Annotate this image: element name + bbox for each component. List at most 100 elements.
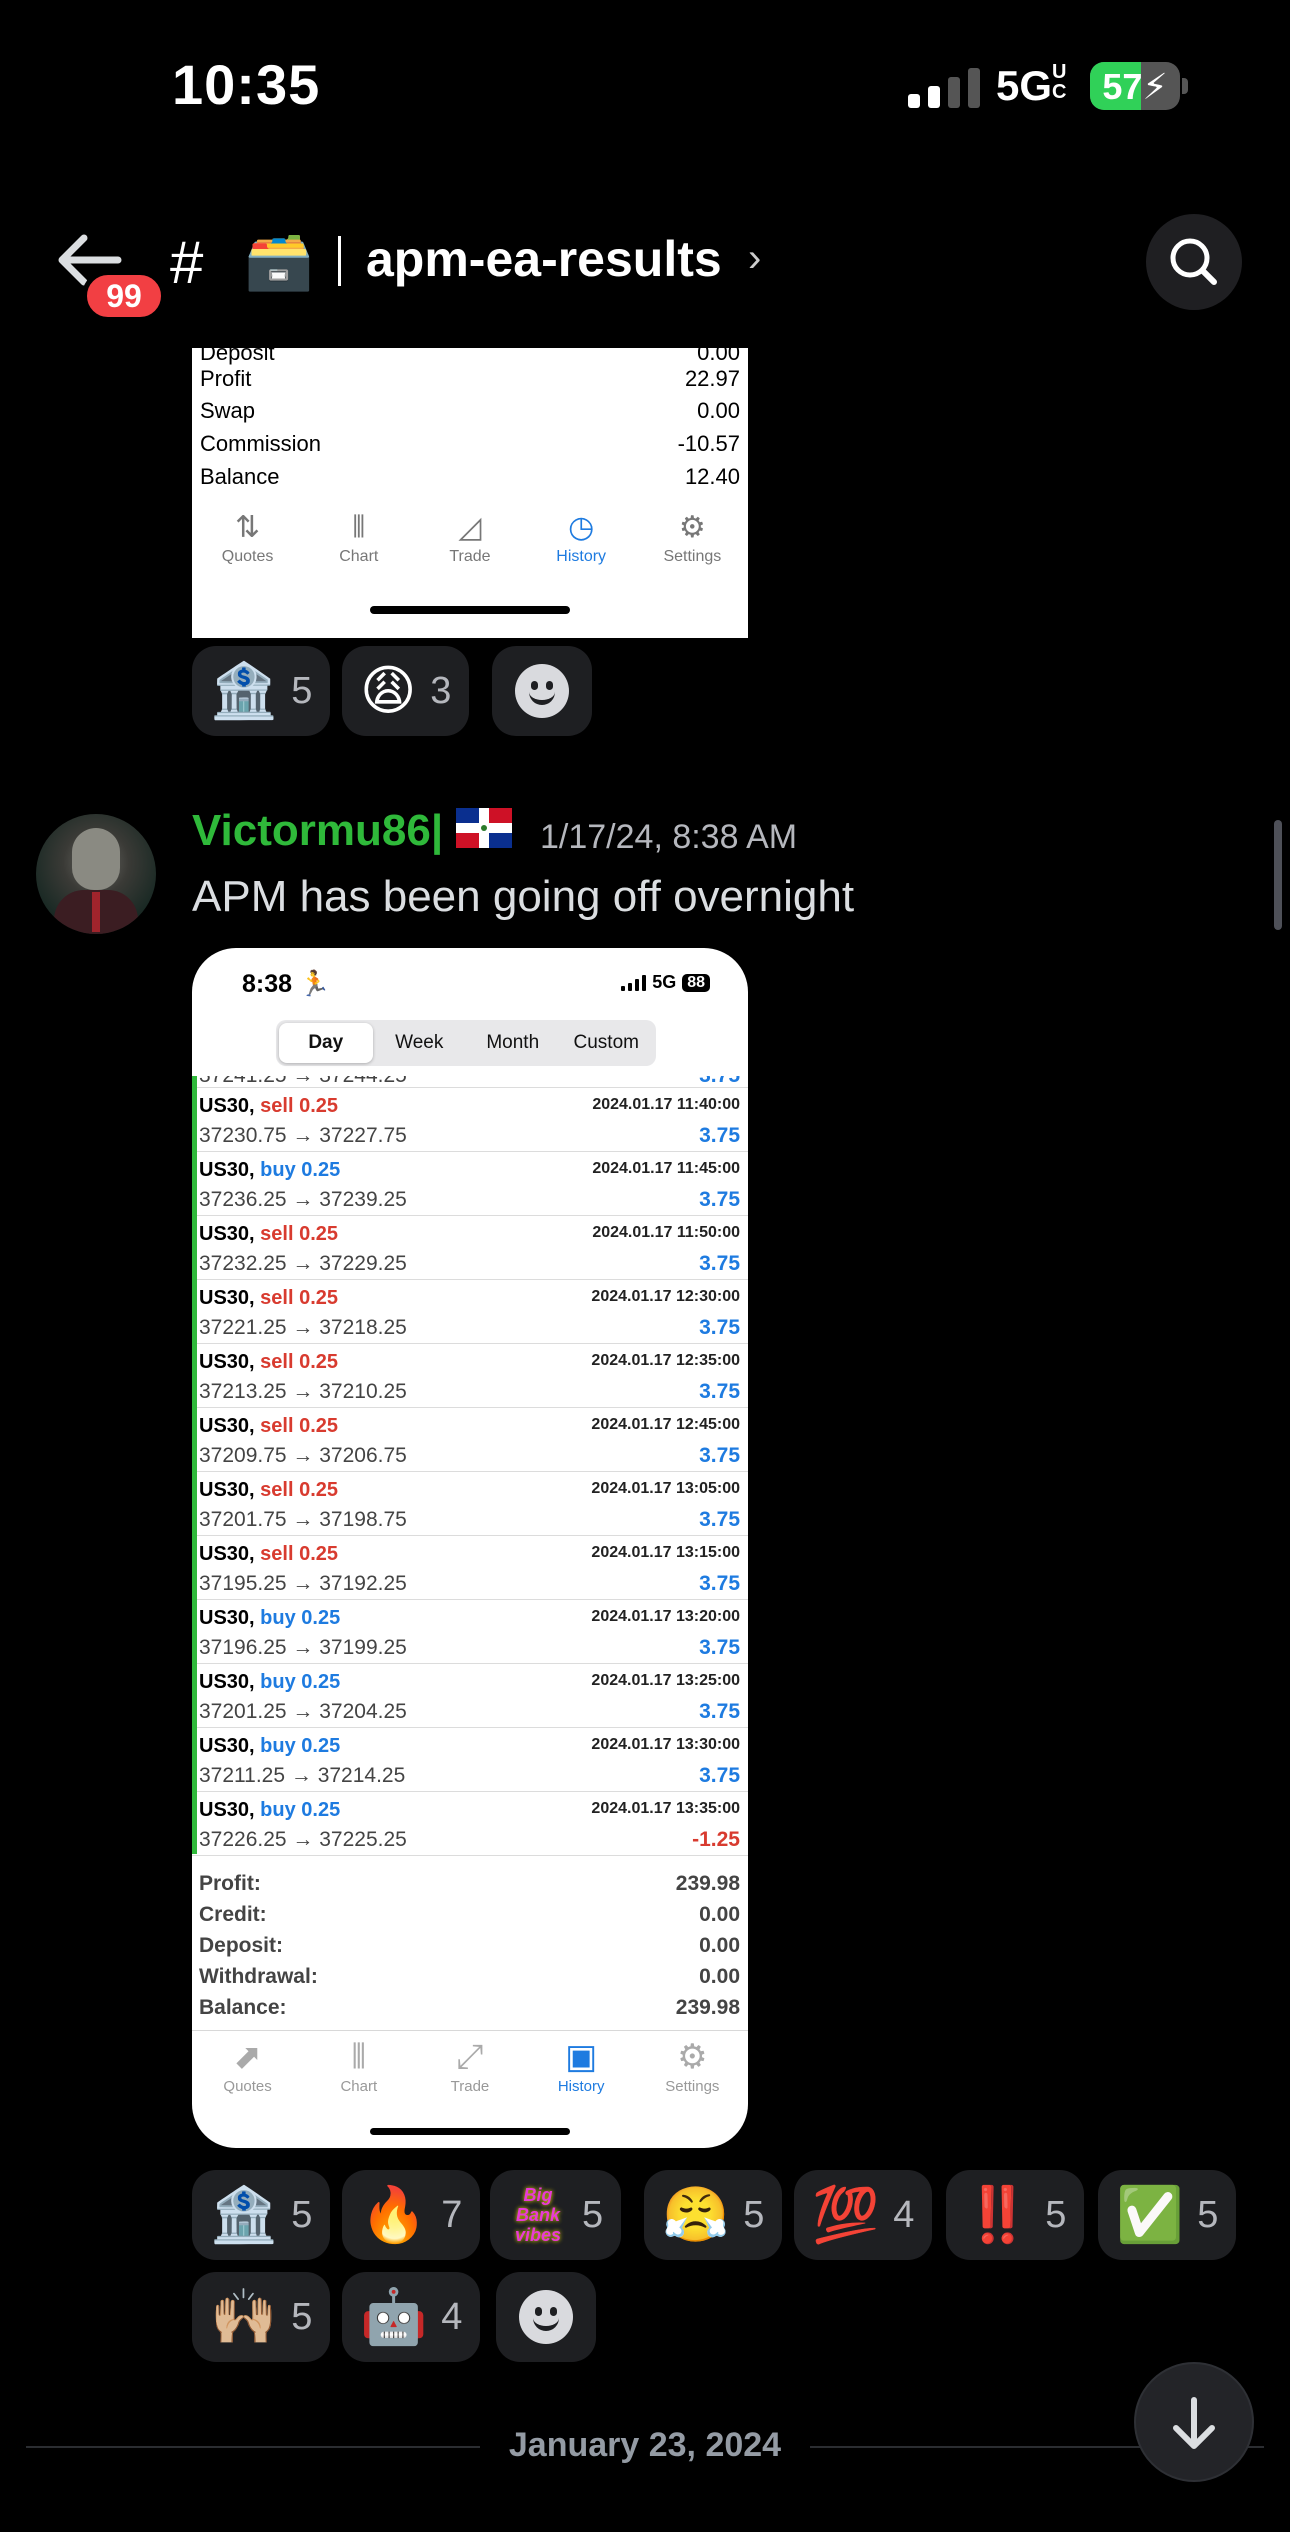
screenshot-status: 5G 88	[621, 972, 710, 993]
trade-side: sell 0.25	[260, 1095, 338, 1117]
trade-row: US30, buy 0.25 2024.01.17 11:45:00 37236.2…	[192, 1152, 748, 1216]
hash-icon: #	[170, 229, 204, 296]
trade-side: sell 0.25	[260, 1287, 338, 1309]
reaction-chip[interactable]: 🤖 4	[342, 2272, 481, 2362]
add-reaction-button[interactable]	[496, 2272, 596, 2362]
trade-profit: 3.75	[699, 1124, 740, 1147]
trade-side: sell 0.25	[260, 1479, 338, 1501]
status-time: 10:35	[172, 53, 321, 116]
trade-side: buy 0.25	[260, 1799, 341, 1821]
trade-prices: 37195.25 → 37192.25	[199, 1572, 407, 1595]
inbox-icon: ▣	[565, 2038, 598, 2076]
trade-profit: 3.75	[699, 1700, 740, 1723]
trade-icon: ⤢	[456, 2038, 484, 2076]
trade-symbol: US30, buy 0.25	[199, 1671, 341, 1693]
trade-symbol: US30, sell 0.25	[199, 1415, 338, 1437]
bigbank-vibes-emoji: Big Bank vibes	[514, 2185, 562, 2245]
avatar[interactable]	[36, 814, 156, 934]
jump-to-bottom-button[interactable]	[1134, 2362, 1254, 2482]
trade-symbol: US30, sell 0.25	[199, 1287, 338, 1309]
trade-row: US30, sell 0.25 2024.01.17 11:40:00 37230.…	[192, 1088, 748, 1152]
trade-prices: 37230.75 → 37227.75	[199, 1124, 407, 1147]
trade-datetime: 2024.01.17 11:45:00	[592, 1160, 740, 1177]
reaction-chip[interactable]: 💯 4	[794, 2170, 933, 2260]
trade-row: US30, buy 0.25 2024.01.17 13:25:00 37201.2…	[192, 1664, 748, 1728]
attached-screenshot[interactable]: 8:38 🏃 5G 88 Day Week Month Custom 37241…	[192, 948, 748, 2148]
mt-tab-bar: ⇅ Quotes ⫴ Chart ◿ Trade ◷ History ⚙ Settings	[192, 512, 748, 566]
reaction-chip[interactable]: ✅ 5	[1098, 2170, 1237, 2260]
reaction-chip[interactable]: ‼️ 5	[946, 2170, 1085, 2260]
unread-badge: 99	[82, 270, 166, 322]
signal-icon	[621, 974, 647, 991]
trade-profit: 3.75	[699, 1316, 740, 1339]
trade-datetime: 2024.01.17 13:20:00	[591, 1608, 740, 1625]
reaction-count: 7	[441, 2193, 463, 2236]
segment-custom: Custom	[573, 1032, 639, 1053]
trade-side: buy 0.25	[260, 1671, 341, 1693]
reaction-weary[interactable]: 😩 3	[342, 646, 470, 736]
reaction-chip[interactable]: 🏦 5	[192, 2170, 331, 2260]
trade-side: sell 0.25	[260, 1223, 338, 1245]
trade-prices: 37196.25 → 37199.25	[199, 1636, 407, 1659]
reaction-chip[interactable]: Big Bank vibes 5	[490, 2170, 622, 2260]
trade-symbol: US30, buy 0.25	[199, 1159, 341, 1181]
trade-datetime: 2024.01.17 12:45:00	[591, 1416, 740, 1433]
reaction-count: 5	[291, 2295, 313, 2338]
reaction-count: 5	[1197, 2193, 1219, 2236]
trade-prices: 37232.25 → 37229.25	[199, 1252, 407, 1275]
date-divider: January 23, 2024	[508, 2426, 782, 2464]
trade-symbol: US30, sell 0.25	[199, 1351, 338, 1373]
tab-quotes: ⬈ Quotes	[223, 2038, 272, 2095]
summary-row: Profit: 239.98	[199, 1872, 740, 1895]
gear-icon: ⚙	[678, 511, 706, 544]
tab-chart: ⫴ Chart	[339, 511, 379, 566]
trade-profit: 3.75	[699, 1444, 740, 1467]
home-indicator	[370, 606, 570, 614]
trade-side: buy 0.25	[260, 1159, 341, 1181]
candles-icon: ⫴	[352, 511, 366, 544]
trade-prices: 37209.75 → 37206.75	[199, 1444, 407, 1467]
add-reaction-icon	[515, 664, 569, 718]
add-reaction-button[interactable]	[492, 646, 592, 736]
previous-screenshot[interactable]: Deposit 0.00 Profit 22.97 Swap 0.00 Commiss…	[192, 348, 748, 638]
chevron-right-icon[interactable]: ›	[748, 236, 761, 281]
reaction-count: 5	[291, 2193, 313, 2236]
trade-prices: 37211.25 → 37214.25	[199, 1764, 406, 1787]
screenshot-network: 5G	[652, 972, 677, 992]
trade-datetime: 2024.01.17 13:25:00	[591, 1672, 740, 1689]
channel-name[interactable]: apm-ea-results	[366, 230, 722, 288]
tab-chart: ⫴ Chart	[340, 2038, 378, 2095]
tab-trade: ◿ Trade	[449, 511, 491, 566]
channel-emoji: 🗃️	[244, 229, 314, 292]
tab-history: ◷ History	[556, 511, 607, 566]
trade-datetime: 2024.01.17 12:35:00	[591, 1352, 740, 1369]
cellular-signal-icon	[908, 66, 980, 108]
trade-icon: ◿	[458, 511, 482, 544]
reaction-chip[interactable]: 😤 5	[644, 2170, 783, 2260]
reaction-chip[interactable]: 🔥 7	[342, 2170, 481, 2260]
reaction-count: 5	[582, 2193, 604, 2236]
candles-icon: ⫴	[351, 2038, 366, 2076]
trade-row: US30, sell 0.25 2024.01.17 12:35:00 37213.…	[192, 1344, 748, 1408]
reaction-chip[interactable]: 🙌🏼 5	[192, 2272, 331, 2362]
battery-tip	[1182, 78, 1188, 94]
reaction-bank[interactable]: 🏦 5	[192, 646, 331, 736]
screenshot-time: 8:38 🏃	[242, 970, 331, 998]
summary-row: Deposit: 0.00	[199, 1934, 740, 1957]
battery-icon: 57⚡	[1090, 62, 1180, 110]
username[interactable]: Victormu86|	[192, 806, 443, 856]
search-button[interactable]	[1146, 214, 1242, 310]
stat-row: Commission -10.57	[200, 431, 740, 456]
stat-row: Deposit 0.00	[200, 348, 740, 365]
network-indicator: 5GUC	[996, 62, 1066, 110]
reaction-count: 4	[441, 2295, 463, 2338]
add-reaction-icon	[519, 2290, 573, 2344]
trade-symbol: US30, sell 0.25	[199, 1223, 338, 1245]
trade-profit: -1.25	[692, 1828, 740, 1851]
stat-row: Balance 12.40	[200, 464, 740, 489]
summary-row: Balance: 239.98	[199, 1996, 740, 2019]
history-icon: ◷	[568, 511, 595, 544]
scrollbar[interactable]	[1274, 820, 1282, 930]
trade-row: US30, sell 0.25 2024.01.17 11:50:00 37232.…	[192, 1216, 748, 1280]
trade-datetime: 2024.01.17 13:35:00	[591, 1800, 740, 1817]
